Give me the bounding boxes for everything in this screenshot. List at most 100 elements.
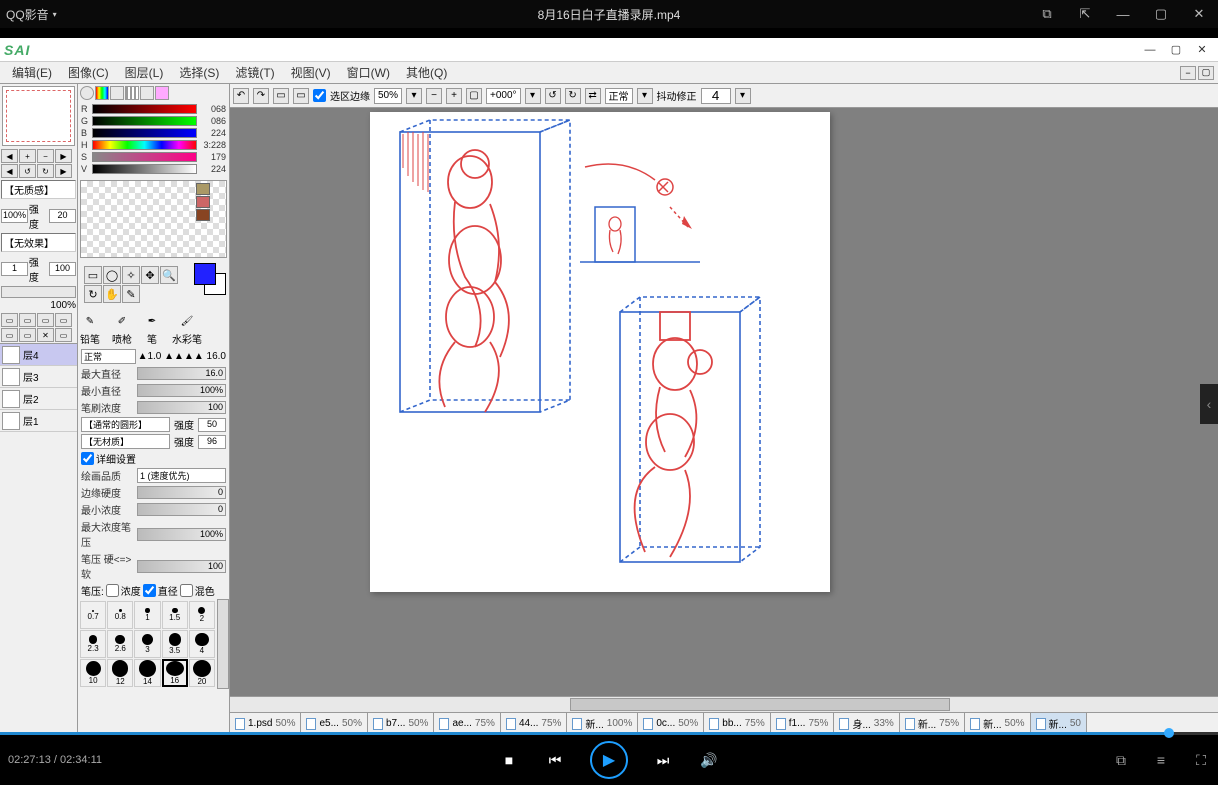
fullscreen-button[interactable]: ⛶ xyxy=(1190,749,1212,771)
nav-btn[interactable]: ↻ xyxy=(37,164,54,178)
stab-down-icon[interactable]: ▾ xyxy=(735,88,751,104)
nav-btn[interactable]: ▶ xyxy=(55,164,72,178)
wand-tool-icon[interactable]: ✧ xyxy=(122,266,140,284)
edge-slider[interactable]: 0 xyxy=(137,486,226,499)
hand-tool-icon[interactable]: ✋ xyxy=(103,285,121,303)
document-tab[interactable]: 身...33% xyxy=(834,713,899,734)
menu-canvas[interactable]: 图像(C) xyxy=(60,64,117,81)
sai-max-button[interactable]: ▢ xyxy=(1164,41,1188,59)
quality-select[interactable]: 1 (速度优先) xyxy=(137,468,226,483)
close-button[interactable]: ✕ xyxy=(1180,0,1218,28)
shape-select[interactable]: 【通常的圆形】 xyxy=(81,417,170,432)
stop-button[interactable]: ■ xyxy=(498,749,520,771)
size-scrollbar[interactable] xyxy=(217,599,229,689)
history-icon[interactable] xyxy=(140,86,154,100)
redo-button[interactable]: ↷ xyxy=(253,88,269,104)
zoom-fit-button[interactable]: ▢ xyxy=(466,88,482,104)
document-tab[interactable]: 0c...50% xyxy=(638,713,704,734)
zoom-tool-icon[interactable]: 🔍 xyxy=(160,266,178,284)
brush-pen[interactable]: ✒笔 xyxy=(144,311,160,346)
texture-select[interactable]: 【无质感】 xyxy=(1,180,76,199)
effect-width[interactable]: 1 xyxy=(1,262,28,276)
menu-select[interactable]: 选择(S) xyxy=(171,64,227,81)
layer-btn[interactable]: ▭ xyxy=(19,313,36,327)
texture-percent[interactable]: 100% xyxy=(1,209,28,223)
layer-btn[interactable]: ▭ xyxy=(1,328,18,342)
canvas-viewport[interactable] xyxy=(230,108,1218,696)
nav-btn[interactable]: ◀ xyxy=(1,164,18,178)
document-tab[interactable]: b7...50% xyxy=(368,713,434,734)
scratch-icon[interactable] xyxy=(155,86,169,100)
color-wheel-icon[interactable] xyxy=(80,86,94,100)
layer-btn[interactable]: ▭ xyxy=(55,313,72,327)
zoom-in-button[interactable]: + xyxy=(446,88,462,104)
brush-size-cell[interactable]: 3.5 xyxy=(162,630,188,658)
color-slider-icon[interactable] xyxy=(95,86,109,100)
document-tab[interactable]: 新...50% xyxy=(965,713,1030,734)
settings-button[interactable]: ≡ xyxy=(1150,749,1172,771)
zoom-select[interactable]: 50% xyxy=(374,88,402,104)
effect-select[interactable]: 【无效果】 xyxy=(1,233,76,252)
zoom-down-icon[interactable]: ▾ xyxy=(406,88,422,104)
brush-size-cell[interactable]: 3 xyxy=(134,630,160,658)
diameter-check[interactable] xyxy=(143,584,156,597)
max-density-slider[interactable]: 100% xyxy=(137,528,226,541)
pin-button[interactable]: ⇱ xyxy=(1066,0,1104,28)
brush-pencil[interactable]: ✎铅笔 xyxy=(80,311,100,346)
nav-btn[interactable]: − xyxy=(37,149,54,163)
brush-size-cell[interactable]: 4 xyxy=(189,630,215,658)
foreground-background-swatch[interactable] xyxy=(194,263,226,295)
progress-bar[interactable] xyxy=(0,732,1218,735)
document-tab[interactable]: bb...75% xyxy=(704,713,770,734)
scratchpad[interactable] xyxy=(80,180,227,258)
blend-mode-select[interactable]: 正常 xyxy=(81,349,136,364)
color-grid-icon[interactable] xyxy=(125,86,139,100)
stabilizer-input[interactable] xyxy=(701,88,731,104)
angle-down-icon[interactable]: ▾ xyxy=(525,88,541,104)
s-slider[interactable] xyxy=(92,152,197,162)
texture-strength-val[interactable]: 20 xyxy=(49,209,76,223)
menu-other[interactable]: 其他(Q) xyxy=(398,64,455,81)
menu-edit[interactable]: 编辑(E) xyxy=(4,64,60,81)
pip-button[interactable]: ⧉ xyxy=(1028,0,1066,28)
material-select[interactable]: 【无材质】 xyxy=(81,434,170,449)
brush-water[interactable]: 🖌水彩笔 xyxy=(172,311,202,346)
document-tab[interactable]: 44...75% xyxy=(501,713,567,734)
menu-filter[interactable]: 滤镜(T) xyxy=(227,64,282,81)
brush-size-cell[interactable]: 2 xyxy=(189,601,215,629)
g-slider[interactable] xyxy=(92,116,197,126)
document-tab[interactable]: ae...75% xyxy=(434,713,500,734)
canvas-page[interactable] xyxy=(370,112,830,592)
horizontal-scrollbar[interactable] xyxy=(230,696,1218,712)
expand-sidebar-button[interactable]: ‹ xyxy=(1200,384,1218,424)
menu-window[interactable]: 窗口(W) xyxy=(339,64,398,81)
h-slider[interactable] xyxy=(92,140,197,150)
layer-item[interactable]: 层2 xyxy=(0,388,77,410)
swatch[interactable] xyxy=(196,183,210,195)
sai-close-button[interactable]: ✕ xyxy=(1190,41,1214,59)
detail-checkbox[interactable] xyxy=(81,452,94,465)
zoom-out-button[interactable]: − xyxy=(426,88,442,104)
nav-btn[interactable]: + xyxy=(19,149,36,163)
layer-btn[interactable]: ▭ xyxy=(55,328,72,342)
prev-button[interactable]: ⏮ xyxy=(544,749,566,771)
layer-btn[interactable]: ✕ xyxy=(37,328,54,342)
mode-down-icon[interactable]: ▾ xyxy=(637,88,653,104)
blend-check[interactable] xyxy=(180,584,193,597)
brush-size-cell[interactable]: 14 xyxy=(134,659,160,687)
brush-airbrush[interactable]: ✐喷枪 xyxy=(112,311,132,346)
menu-layer[interactable]: 图层(L) xyxy=(117,64,172,81)
min-density-slider[interactable]: 0 xyxy=(137,503,226,516)
nav-btn[interactable]: ◀ xyxy=(1,149,18,163)
menubar-max-icon[interactable]: ▢ xyxy=(1198,66,1214,80)
layer-btn[interactable]: ▭ xyxy=(37,313,54,327)
brush-size-cell[interactable]: 12 xyxy=(107,659,133,687)
menu-view[interactable]: 视图(V) xyxy=(283,64,339,81)
nav-btn[interactable]: ▶ xyxy=(55,149,72,163)
opacity-slider[interactable] xyxy=(1,286,76,298)
color-picker-icon[interactable] xyxy=(110,86,124,100)
next-button[interactable]: ⏭ xyxy=(652,749,674,771)
layer-btn[interactable]: ▭ xyxy=(19,328,36,342)
brush-density-slider[interactable]: 100 xyxy=(137,401,226,414)
brush-size-cell[interactable]: 0.7 xyxy=(80,601,106,629)
